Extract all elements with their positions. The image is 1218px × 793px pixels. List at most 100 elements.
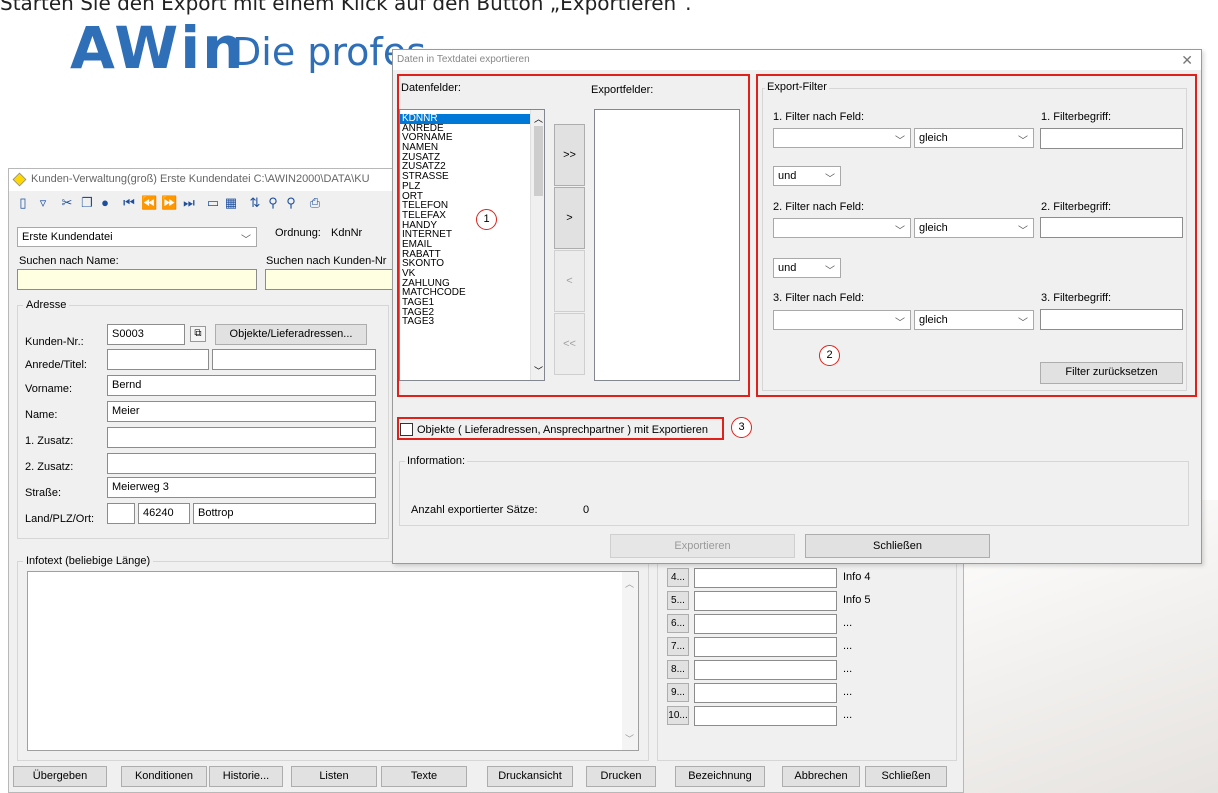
scroll-down-icon[interactable]: ﹀ (625, 732, 634, 745)
infotext-scrollbar[interactable]: ︿ ﹀ (622, 572, 638, 750)
land-field[interactable] (107, 503, 135, 524)
info-field-input[interactable] (694, 614, 837, 634)
scroll-thumb[interactable] (534, 126, 543, 196)
filter2-term-input[interactable] (1040, 217, 1183, 238)
lists-button[interactable]: Listen (291, 766, 377, 787)
cancel-button[interactable]: Abbrechen (782, 766, 860, 787)
infotext-area[interactable]: ︿ ﹀ (27, 571, 639, 751)
marker-2: 2 (819, 345, 840, 366)
search-name-input[interactable] (17, 269, 257, 290)
info-field-input[interactable] (694, 706, 837, 726)
cut-icon[interactable]: ✂ (59, 195, 75, 211)
datenfeld-item[interactable]: TAGE3 (400, 317, 530, 327)
instruction-caption: Starten Sie den Export mit einem Klick a… (0, 0, 692, 15)
move-all-left-button[interactable]: << (554, 313, 585, 375)
filter2-field-select[interactable]: ﹀ (773, 218, 911, 238)
filter3-operator-select[interactable]: gleich ﹀ (914, 310, 1034, 330)
info-field-button[interactable]: 8... (667, 660, 689, 679)
plz-field[interactable]: 46240 (138, 503, 190, 524)
titel-field[interactable] (212, 349, 376, 370)
vorname-field[interactable]: Bernd (107, 375, 376, 396)
dialog-close-button[interactable]: Schließen (805, 534, 990, 558)
copy-icon[interactable]: ❐ (79, 195, 95, 211)
print-button[interactable]: Drucken (586, 766, 656, 787)
search-next-icon[interactable]: ⚲ (283, 195, 299, 211)
chevron-down-icon: ﹀ (1018, 226, 1028, 237)
move-right-button[interactable]: > (554, 187, 585, 249)
info-field-button[interactable]: 6... (667, 614, 689, 633)
exportfelder-list[interactable] (594, 109, 740, 381)
chevron-down-icon: ﹀ (895, 318, 905, 329)
filter-logic1-value: und (778, 170, 797, 182)
info-field-button[interactable]: 10... (667, 706, 689, 725)
datenfelder-scrollbar[interactable]: ︿ ﹀ (530, 110, 544, 380)
table-view-icon[interactable]: ▦ (223, 195, 239, 211)
filter1-operator-select[interactable]: gleich ﹀ (914, 128, 1034, 148)
close-icon[interactable]: ✕ (1181, 52, 1193, 69)
filter1-term-label: 1. Filterbegriff: (1041, 111, 1112, 123)
ort-field[interactable]: Bottrop (193, 503, 376, 524)
objects-export-checkbox[interactable] (400, 423, 413, 436)
transfer-button[interactable]: Übergeben (13, 766, 107, 787)
file-select[interactable]: Erste Kundendatei ﹀ (17, 227, 257, 247)
zusatz1-field[interactable] (107, 427, 376, 448)
next-record-icon[interactable]: ⏩ (161, 195, 177, 211)
previous-record-icon[interactable]: ⏪ (141, 195, 157, 211)
export-button[interactable]: Exportieren (610, 534, 795, 558)
first-record-icon[interactable]: ⏮ (121, 195, 137, 211)
info-field-input[interactable] (694, 683, 837, 703)
print-icon[interactable]: ⎙ (307, 195, 323, 211)
info-field-input[interactable] (694, 637, 837, 657)
landplzort-label: Land/PLZ/Ort: (25, 513, 95, 525)
filter3-field-select[interactable]: ﹀ (773, 310, 911, 330)
name-field[interactable]: Meier (107, 401, 376, 422)
scroll-down-icon[interactable]: ﹀ (534, 364, 543, 377)
export-count-label: Anzahl exportierter Sätze: (411, 504, 538, 516)
filter2-operator-select[interactable]: gleich ﹀ (914, 218, 1034, 238)
filter-logic1-select[interactable]: und ﹀ (773, 166, 841, 186)
copy-number-icon[interactable]: ⧉ (190, 326, 206, 342)
last-record-icon[interactable]: ⏭ (181, 195, 197, 211)
info-field-button[interactable]: 4... (667, 568, 689, 587)
ordnung-label: Ordnung: (275, 227, 321, 239)
filter-logic2-select[interactable]: und ﹀ (773, 258, 841, 278)
info-field-input[interactable] (694, 591, 837, 611)
filter3-term-input[interactable] (1040, 309, 1183, 330)
anrede-field[interactable] (107, 349, 209, 370)
objects-delivery-addresses-button[interactable]: Objekte/Lieferadressen... (215, 324, 367, 345)
kundennr-field[interactable]: S0003 (107, 324, 185, 345)
filter1-term-input[interactable] (1040, 128, 1183, 149)
scroll-up-icon[interactable]: ︿ (625, 577, 634, 590)
designation-button[interactable]: Bezeichnung (675, 766, 765, 787)
delete-icon[interactable]: ▿ (35, 195, 51, 211)
history-button[interactable]: Historie... (209, 766, 283, 787)
filter1-field-select[interactable]: ﹀ (773, 128, 911, 148)
paste-icon[interactable]: ● (97, 195, 113, 211)
reset-filter-button[interactable]: Filter zurücksetzen (1040, 362, 1183, 384)
info-field-button[interactable]: 9... (667, 683, 689, 702)
texts-button[interactable]: Texte (381, 766, 467, 787)
sort-icon[interactable]: ⇅ (247, 195, 263, 211)
move-all-right-button[interactable]: >> (554, 124, 585, 186)
info-field-input[interactable] (694, 568, 837, 588)
conditions-button[interactable]: Konditionen (121, 766, 207, 787)
search-nr-input[interactable] (265, 269, 393, 290)
chevron-down-icon: ﹀ (1018, 318, 1028, 329)
datenfelder-list[interactable]: KDNNR ANREDE VORNAME NAMEN ZUSATZ ZUSATZ2 STRA… (399, 109, 545, 381)
close-button[interactable]: Schließen (865, 766, 947, 787)
search-icon[interactable]: ⚲ (265, 195, 281, 211)
new-document-icon[interactable]: ▯ (15, 195, 31, 211)
strasse-label: Straße: (25, 487, 62, 499)
strasse-field[interactable]: Meierweg 3 (107, 477, 376, 498)
zusatz2-field[interactable] (107, 453, 376, 474)
datenfeld-item[interactable]: SKONTO (400, 259, 530, 269)
move-left-button[interactable]: < (554, 250, 585, 312)
info-field-button[interactable]: 5... (667, 591, 689, 610)
form-view-icon[interactable]: ▭ (205, 195, 221, 211)
info-field-button[interactable]: 7... (667, 637, 689, 656)
scroll-up-icon[interactable]: ︿ (534, 112, 543, 125)
export-dialog: Daten in Textdatei exportieren ✕ Datenfe… (392, 49, 1202, 564)
print-preview-button[interactable]: Druckansicht (487, 766, 573, 787)
info-field-label: Info 5 (843, 594, 871, 606)
info-field-input[interactable] (694, 660, 837, 680)
